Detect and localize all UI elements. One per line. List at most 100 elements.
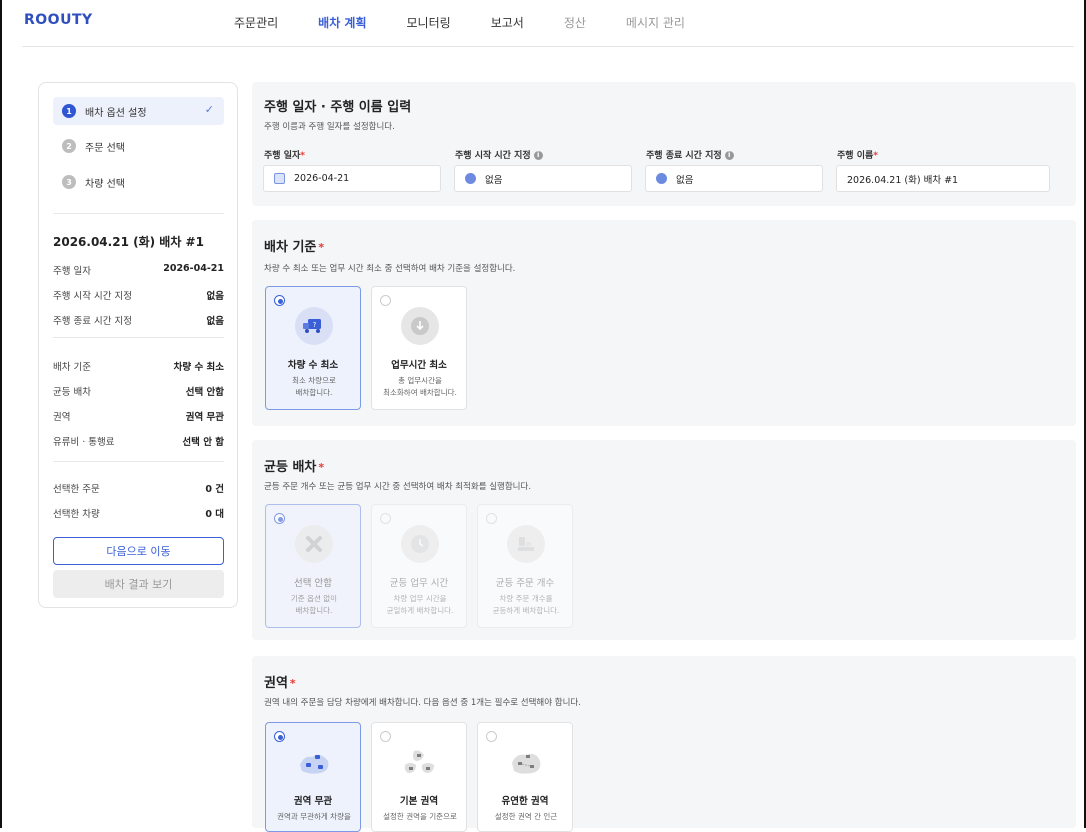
region-basic-icon: [401, 743, 439, 781]
panel-description: 균등 주문 개수 또는 균등 업무 시간 중 선택하여 배차 최적화를 실행합니…: [264, 482, 532, 492]
panel-title: 균등 배차 *: [264, 460, 325, 475]
summary-row: 주행 시작 시간 지정 없음: [53, 288, 224, 302]
nav-item-settlement[interactable]: 정산: [564, 14, 586, 31]
start-time-input[interactable]: 없음: [454, 165, 632, 192]
step-label: 배차 옵션 설정: [85, 107, 147, 119]
summary-key: 선택한 주문: [53, 484, 100, 495]
summary-row: 선택한 주문 0 건: [53, 481, 224, 495]
clock-icon: [465, 173, 476, 184]
summary-key: 선택한 차량: [53, 509, 100, 520]
option-description: 설정한 권역 간 인근: [494, 812, 558, 821]
summary-row: 유류비 · 통행료 선택 안 함: [53, 434, 224, 448]
panel-description: 차량 수 최소 또는 업무 시간 최소 중 선택하여 배차 기준을 설정합니다.: [264, 264, 516, 274]
option-title: 기본 권역: [399, 796, 439, 807]
option-title: 업무시간 최소: [391, 360, 447, 371]
summary-row: 권역 권역 무관: [53, 409, 224, 423]
option-description: 설정한 권역을 기준으로: [383, 812, 457, 821]
clock-icon: [401, 525, 439, 563]
radio-button[interactable]: [274, 731, 285, 742]
option-description: 최소 차량으로 배차합니다.: [292, 376, 336, 397]
info-icon[interactable]: i: [724, 151, 734, 160]
option-title: 권역 무관: [293, 796, 333, 807]
option-title: 선택 안함: [294, 578, 332, 589]
option-title: 유연한 권역: [501, 796, 549, 807]
summary-key: 배차 기준: [53, 362, 91, 373]
radio-button[interactable]: [486, 513, 497, 524]
nav-divider: [22, 46, 1074, 47]
summary-row: 선택한 차량 0 대: [53, 506, 224, 520]
radio-button[interactable]: [274, 295, 285, 306]
option-card-balanced-orders[interactable]: 균등 주문 개수 차량 주문 개수를 균등하게 배차합니다.: [477, 504, 573, 628]
divider: [53, 461, 224, 462]
boxes-icon: [507, 525, 545, 563]
region-any-icon: [295, 743, 333, 781]
option-card-min-vehicles[interactable]: ? 차량 수 최소 최소 차량으로 배차합니다.: [265, 286, 361, 410]
summary-key: 권역: [53, 412, 71, 423]
divider: [53, 213, 224, 214]
summary-title: 2026.04.21 (화) 배차 #1: [53, 235, 204, 249]
nav-item-dispatch-plan[interactable]: 배차 계획: [318, 14, 366, 31]
step-vehicle-select[interactable]: 3 차량 선택: [53, 168, 224, 196]
option-card-region-flex[interactable]: 유연한 권역 설정한 권역 간 인근: [477, 722, 573, 832]
option-description: 기준 옵션 없이 배차합니다.: [290, 594, 338, 615]
nav-item-orders[interactable]: 주문관리: [234, 14, 278, 31]
next-step-button[interactable]: 다음으로 이동: [53, 537, 224, 565]
step-dispatch-options[interactable]: 1 배차 옵션 설정 ✓: [53, 97, 224, 125]
summary-key: 주행 시작 시간 지정: [53, 291, 132, 302]
step-order-select[interactable]: 2 주문 선택: [53, 132, 224, 160]
summary-key: 유류비 · 통행료: [53, 437, 115, 448]
summary-row: 주행 종료 시간 지정 없음: [53, 313, 224, 327]
radio-button[interactable]: [274, 513, 285, 524]
step-number: 3: [62, 175, 76, 189]
option-card-region-any[interactable]: 권역 무관 권역과 무관하게 차량을: [265, 722, 361, 832]
field-label: 주행 종료 시간 지정 i: [646, 148, 734, 161]
end-time-input[interactable]: 없음: [645, 165, 823, 192]
panel-description: 권역 내의 주문을 담당 차량에게 배차합니다. 다음 옵션 중 1개는 필수로…: [264, 698, 581, 708]
option-card-no-balance[interactable]: 선택 안함 기준 옵션 없이 배차합니다.: [265, 504, 361, 628]
summary-value: 없음: [206, 316, 224, 327]
x-mark-icon: [295, 525, 333, 563]
summary-row: 주행 일자 2026-04-21: [53, 263, 224, 277]
nav-item-messages[interactable]: 메시지 관리: [626, 14, 685, 31]
input-value: 없음: [485, 174, 503, 186]
panel-title: 배차 기준 *: [264, 240, 325, 255]
summary-value: 없음: [206, 291, 224, 302]
option-card-balanced-time[interactable]: 균등 업무 시간 차량 업무 시간을 균일하게 배차합니다.: [371, 504, 467, 628]
info-icon[interactable]: i: [533, 151, 543, 160]
option-description: 차량 주문 개수를 균등하게 배차합니다.: [492, 594, 560, 615]
option-card-region-basic[interactable]: 기본 권역 설정한 권역을 기준으로: [371, 722, 467, 832]
option-card-min-worktime[interactable]: 업무시간 최소 총 업무시간을 최소화하여 배차합니다.: [371, 286, 467, 410]
summary-row: 균등 배차 선택 안함: [53, 384, 224, 398]
panel-title: 주행 일자 · 주행 이름 입력: [264, 100, 412, 115]
svg-text:?: ?: [313, 321, 317, 329]
app-logo[interactable]: ROOUTY: [24, 12, 93, 28]
step-label: 주문 선택: [85, 142, 125, 154]
summary-value: 권역 무관: [185, 412, 224, 423]
clock-down-icon: [401, 307, 439, 345]
divider: [53, 337, 224, 338]
nav-item-reports[interactable]: 보고서: [491, 14, 524, 31]
drive-info-panel: 주행 일자 · 주행 이름 입력 주행 이름과 주행 일자를 설정합니다. 주행…: [252, 82, 1076, 206]
option-title: 차량 수 최소: [287, 360, 339, 371]
summary-key: 주행 종료 시간 지정: [53, 316, 132, 327]
option-title: 균등 주문 개수: [495, 578, 555, 589]
view-result-button[interactable]: 배차 결과 보기: [53, 570, 224, 598]
step-number: 1: [62, 104, 76, 118]
radio-button[interactable]: [380, 295, 391, 306]
nav-item-monitoring[interactable]: 모니터링: [407, 14, 451, 31]
radio-button[interactable]: [486, 731, 497, 742]
radio-button[interactable]: [380, 731, 391, 742]
top-bar: ROOUTY 주문관리 배차 계획 모니터링 보고서 정산 메시지 관리: [2, 0, 1084, 44]
drive-name-input[interactable]: 2026.04.21 (화) 배차 #1: [836, 165, 1050, 192]
summary-key: 주행 일자: [53, 266, 91, 277]
summary-value: 선택 안함: [185, 387, 224, 398]
balanced-dispatch-panel: 균등 배차 * 균등 주문 개수 또는 균등 업무 시간 중 선택하여 배차 최적…: [252, 440, 1076, 640]
summary-row: 배차 기준 차량 수 최소: [53, 359, 224, 373]
drive-date-input[interactable]: 2026-04-21: [263, 165, 441, 192]
field-label: 주행 시작 시간 지정 i: [455, 148, 543, 161]
option-title: 균등 업무 시간: [389, 578, 449, 589]
input-value: 2026-04-21: [294, 173, 350, 184]
radio-button[interactable]: [380, 513, 391, 524]
dispatch-criteria-panel: 배차 기준 * 차량 수 최소 또는 업무 시간 최소 중 선택하여 배차 기준을…: [252, 220, 1076, 426]
panel-description: 주행 이름과 주행 일자를 설정합니다.: [264, 122, 395, 132]
